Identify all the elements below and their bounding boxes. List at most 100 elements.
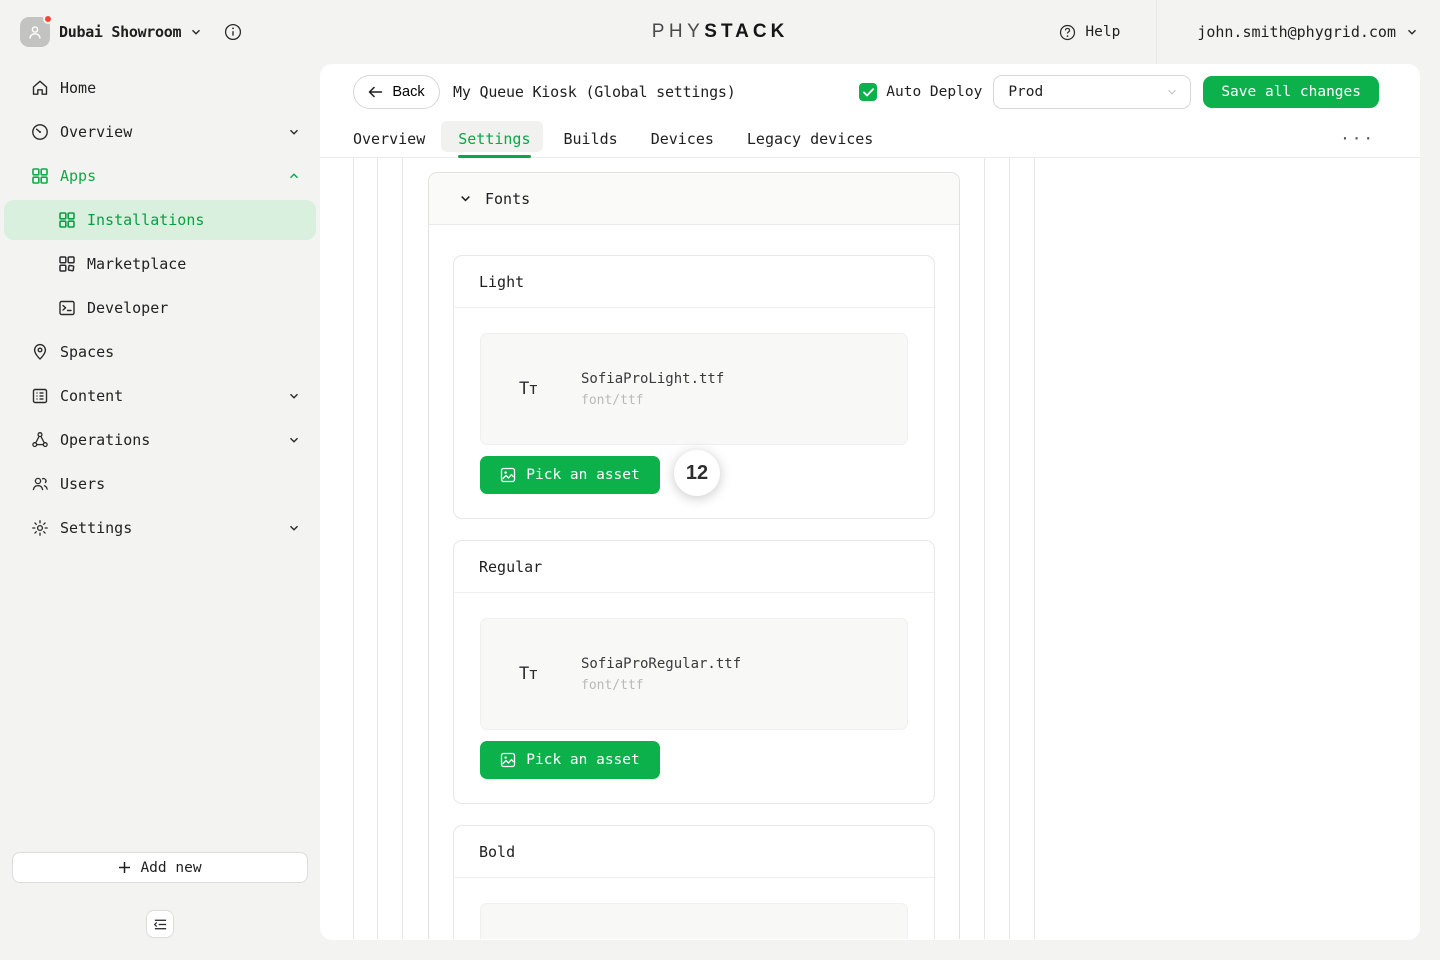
page-title: My Queue Kiosk (Global settings): [453, 83, 736, 101]
chevron-down-icon: [459, 192, 472, 205]
account-email: john.smith@phygrid.com: [1197, 23, 1396, 41]
apps-grid-icon: [30, 167, 50, 185]
environment-select[interactable]: Prod: [993, 75, 1191, 109]
tab-legacy-devices[interactable]: Legacy devices: [747, 120, 873, 157]
font-type-icon: Tᴛ: [519, 379, 545, 400]
image-icon: [500, 467, 516, 483]
sidebar-item-marketplace[interactable]: Marketplace: [0, 242, 320, 286]
sidebar-item-users[interactable]: Users: [0, 462, 320, 506]
asset-tile: Tᴛ SofiaProBold.ttf font/ttf: [480, 903, 908, 939]
fonts-section-title: Fonts: [485, 190, 530, 208]
users-icon: [30, 475, 50, 493]
auto-deploy-checkbox[interactable]: [859, 83, 877, 101]
font-group-body: Tᴛ SofiaProRegular.ttf font/ttf Pick an …: [454, 593, 934, 803]
font-group-label: Light: [454, 256, 934, 308]
org-name: Dubai Showroom: [59, 23, 181, 41]
menu-fold-icon: [153, 917, 168, 932]
tab-overview[interactable]: Overview: [353, 120, 425, 157]
notification-dot: [43, 14, 53, 24]
sidebar-item-operations[interactable]: Operations: [0, 418, 320, 462]
sidebar-item-settings[interactable]: Settings: [0, 506, 320, 550]
back-label: Back: [392, 84, 424, 100]
org-switcher[interactable]: Dubai Showroom: [20, 17, 202, 47]
topbar-right: Help john.smith@phygrid.com: [1059, 0, 1440, 64]
image-icon: [500, 752, 516, 768]
asset-mimetype: font/ttf: [581, 393, 724, 408]
more-tabs-button[interactable]: ···: [1340, 129, 1375, 148]
sidebar-item-label: Home: [60, 79, 96, 97]
asset-mimetype: font/ttf: [581, 678, 741, 693]
chevron-down-icon: [1406, 26, 1418, 38]
chevron-down-icon: [288, 390, 300, 402]
chevron-down-icon: [288, 522, 300, 534]
account-menu[interactable]: john.smith@phygrid.com: [1197, 23, 1418, 41]
sidebar-item-label: Apps: [60, 167, 96, 185]
back-button[interactable]: Back: [353, 75, 440, 109]
sidebar-item-content[interactable]: Content: [0, 374, 320, 418]
save-all-changes-button[interactable]: Save all changes: [1203, 76, 1379, 108]
sidebar-item-label: Installations: [87, 211, 204, 229]
person-icon: [27, 24, 43, 40]
sidebar-item-apps[interactable]: Apps: [0, 154, 320, 198]
step-annotation-badge: 12: [674, 450, 720, 496]
gear-icon: [30, 519, 50, 537]
asset-filename: SofiaProRegular.ttf: [581, 656, 741, 672]
tab-settings[interactable]: Settings: [458, 120, 530, 157]
tab-builds[interactable]: Builds: [564, 120, 618, 157]
fonts-section-body: Light Tᴛ SofiaProLight.ttf font/ttf Pick…: [429, 225, 959, 939]
asset-tile: Tᴛ SofiaProLight.ttf font/ttf: [480, 333, 908, 445]
header-actions: Auto Deploy Prod Save all changes: [859, 75, 1379, 109]
font-type-icon: Tᴛ: [519, 664, 545, 685]
add-new-label: Add new: [140, 860, 201, 876]
environment-value: Prod: [1008, 84, 1043, 100]
pick-asset-label: Pick an asset: [526, 752, 640, 768]
content-list-icon: [30, 387, 50, 405]
font-group-light: Light Tᴛ SofiaProLight.ttf font/ttf Pick…: [453, 255, 935, 519]
auto-deploy-label: Auto Deploy: [886, 84, 982, 100]
chevron-down-icon: [190, 26, 202, 38]
sidebar-item-label: Operations: [60, 431, 150, 449]
info-icon[interactable]: [224, 23, 242, 41]
sidebar-item-label: Content: [60, 387, 123, 405]
sidebar-item-label: Settings: [60, 519, 132, 537]
collapse-sidebar-button[interactable]: [146, 910, 174, 938]
sidebar-item-label: Users: [60, 475, 105, 493]
pick-asset-button[interactable]: Pick an asset: [480, 741, 660, 779]
chevron-down-icon: [1166, 86, 1178, 98]
sidebar-item-label: Developer: [87, 299, 168, 317]
plus-icon: [118, 861, 131, 874]
chevron-down-icon: [288, 126, 300, 138]
top-bar: Dubai Showroom PHYSTACK Help john.smith@…: [0, 0, 1440, 64]
tab-devices[interactable]: Devices: [651, 120, 714, 157]
sidebar-item-home[interactable]: Home: [0, 66, 320, 110]
installations-grid-icon: [57, 211, 77, 229]
font-group-bold: Bold Tᴛ SofiaProBold.ttf font/ttf Pick a…: [453, 825, 935, 939]
chevron-up-icon: [288, 170, 300, 182]
tab-bar: Overview Settings Builds Devices Legacy …: [320, 120, 1420, 158]
sidebar-item-spaces[interactable]: Spaces: [0, 330, 320, 374]
logo-text-thin: PHY: [652, 21, 705, 43]
pick-asset-label: Pick an asset: [526, 467, 640, 483]
map-pin-icon: [30, 343, 50, 361]
arrow-left-icon: [368, 86, 383, 98]
font-group-regular: Regular Tᴛ SofiaProRegular.ttf font/ttf …: [453, 540, 935, 804]
fonts-section: Fonts Light Tᴛ SofiaProLight.ttf font/tt…: [428, 172, 960, 939]
fonts-section-header[interactable]: Fonts: [429, 173, 959, 225]
phystack-logo: PHYSTACK: [652, 0, 789, 64]
add-new-button[interactable]: Add new: [12, 852, 308, 883]
sidebar: Home Overview Apps Installations Marketp…: [0, 64, 320, 960]
sidebar-item-label: Overview: [60, 123, 132, 141]
avatar: [20, 17, 50, 47]
logo-text-bold: STACK: [704, 21, 788, 43]
sidebar-item-overview[interactable]: Overview: [0, 110, 320, 154]
page-header: Back My Queue Kiosk (Global settings) Au…: [320, 64, 1420, 120]
sidebar-item-developer[interactable]: Developer: [0, 286, 320, 330]
terminal-icon: [57, 299, 77, 317]
help-button[interactable]: Help: [1059, 24, 1120, 41]
marketplace-icon: [57, 255, 77, 273]
home-icon: [30, 79, 50, 97]
font-group-body: Tᴛ SofiaProLight.ttf font/ttf Pick an as…: [454, 308, 934, 518]
help-label: Help: [1085, 24, 1120, 40]
pick-asset-button[interactable]: Pick an asset: [480, 456, 660, 494]
sidebar-item-installations[interactable]: Installations: [4, 200, 316, 240]
